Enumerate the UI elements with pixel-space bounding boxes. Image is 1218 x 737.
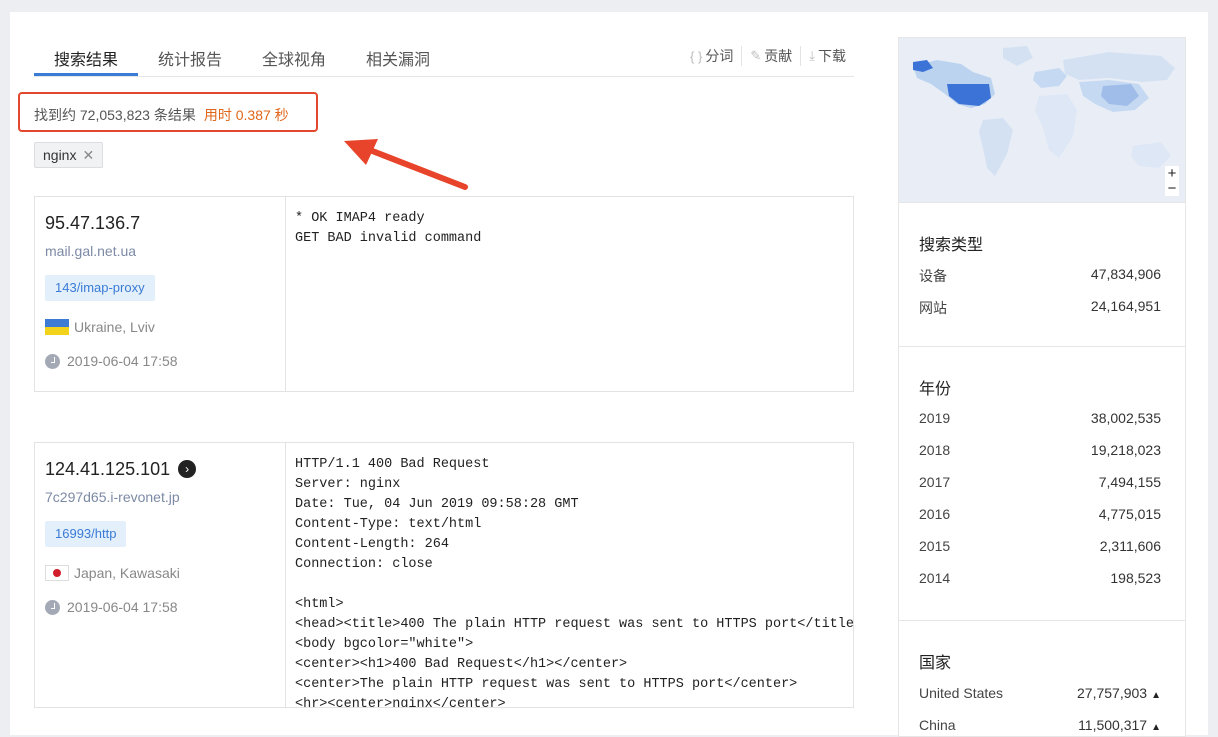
edit-icon: ✎ bbox=[750, 48, 762, 63]
map-zoom-controls: + − bbox=[1165, 166, 1179, 196]
location-text: Ukraine, Lviv bbox=[74, 319, 155, 335]
download-icon: ⤓ bbox=[809, 48, 815, 63]
tab-search-results[interactable]: 搜索结果 bbox=[54, 46, 118, 70]
banner-text: HTTP/1.1 400 Bad Request Server: nginx D… bbox=[295, 457, 853, 707]
port-badge[interactable]: 143/imap-proxy bbox=[45, 275, 155, 301]
tokenize-button[interactable]: { } 分词 bbox=[682, 46, 741, 66]
location-text: Japan, Kawasaki bbox=[74, 565, 180, 581]
tab-global-view[interactable]: 全球视角 bbox=[262, 46, 326, 70]
section-title: 国家 bbox=[919, 655, 952, 672]
facet-row[interactable]: 2017 7,494,155 bbox=[919, 474, 1161, 490]
result-card: 95.47.136.7 mail.gal.net.ua 143/imap-pro… bbox=[34, 196, 854, 392]
result-ip[interactable]: 95.47.136.7 bbox=[45, 213, 140, 234]
result-ip[interactable]: 124.41.125.101 › bbox=[45, 459, 197, 480]
annotation-arrow bbox=[344, 139, 468, 190]
toolbar-actions: { } 分词 ✎ 贡献 ⤓ 下载 bbox=[682, 46, 854, 66]
japan-flag-icon bbox=[45, 565, 69, 581]
tab-statistics[interactable]: 统计报告 bbox=[158, 46, 222, 70]
download-button[interactable]: ⤓ 下载 bbox=[800, 46, 854, 66]
result-host[interactable]: 7c297d65.i-revonet.jp bbox=[45, 489, 180, 505]
section-title: 搜索类型 bbox=[919, 237, 984, 254]
world-map[interactable]: + − bbox=[899, 38, 1185, 203]
stats-sidebar: + − 搜索类型 设备 47,834,906 网站 24,164,951 年份 20… bbox=[898, 37, 1186, 737]
facet-row[interactable]: 设备 47,834,906 bbox=[919, 266, 1161, 286]
result-date: 2019-06-04 17:58 bbox=[45, 353, 178, 369]
year-section: 年份 2019 38,002,535 2018 19,218,023 2017 7,4… bbox=[899, 347, 1185, 621]
download-label: 下载 bbox=[818, 48, 846, 64]
clock-icon bbox=[45, 599, 60, 615]
tokenize-label: 分词 bbox=[705, 48, 734, 64]
active-tab-indicator bbox=[34, 73, 138, 76]
result-location: Japan, Kawasaki bbox=[45, 565, 180, 581]
zoom-in-button[interactable]: + bbox=[1165, 166, 1179, 181]
result-meta: 124.41.125.101 › 7c297d65.i-revonet.jp 16… bbox=[35, 443, 286, 707]
result-card: 124.41.125.101 › 7c297d65.i-revonet.jp 16… bbox=[34, 442, 854, 708]
filter-chip[interactable]: nginx ✕ bbox=[34, 142, 104, 168]
ukraine-flag-icon bbox=[45, 319, 69, 335]
result-location: Ukraine, Lviv bbox=[45, 319, 155, 335]
tab-bar: 搜索结果 统计报告 全球视角 相关漏洞 { } 分词 ✎ 贡献 ⤓ 下载 bbox=[34, 34, 854, 77]
chevron-right-icon[interactable]: › bbox=[178, 460, 197, 478]
filter-chip-label: nginx bbox=[43, 147, 77, 163]
result-host[interactable]: mail.gal.net.ua bbox=[45, 243, 136, 259]
facet-row[interactable]: 2015 2,311,606 bbox=[919, 538, 1161, 554]
section-title: 年份 bbox=[919, 381, 952, 398]
contribute-label: 贡献 bbox=[764, 48, 793, 64]
expand-triangle-icon[interactable]: ▲ bbox=[1151, 690, 1161, 701]
facet-row[interactable]: 2016 4,775,015 bbox=[919, 506, 1161, 522]
zoom-out-button[interactable]: − bbox=[1165, 181, 1179, 196]
facet-row[interactable]: 网站 24,164,951 bbox=[919, 298, 1161, 318]
facet-row[interactable]: 2018 19,218,023 bbox=[919, 442, 1161, 458]
close-icon[interactable]: ✕ bbox=[82, 147, 94, 163]
contribute-button[interactable]: ✎ 贡献 bbox=[741, 46, 800, 66]
date-text: 2019-06-04 17:58 bbox=[67, 353, 178, 369]
tab-related-vulns[interactable]: 相关漏洞 bbox=[366, 46, 430, 70]
annotation-highlight-box bbox=[18, 92, 318, 132]
result-meta: 95.47.136.7 mail.gal.net.ua 143/imap-pro… bbox=[35, 197, 286, 391]
facet-row[interactable]: China 11,500,317 ▲ bbox=[919, 717, 1161, 733]
facet-row[interactable]: 2019 38,002,535 bbox=[919, 410, 1161, 426]
clock-icon bbox=[45, 353, 60, 369]
date-text: 2019-06-04 17:58 bbox=[67, 599, 178, 615]
banner-text: * OK IMAP4 ready GET BAD invalid command bbox=[295, 211, 482, 246]
facet-row[interactable]: United States 27,757,903 ▲ bbox=[919, 685, 1161, 701]
search-type-section: 搜索类型 设备 47,834,906 网站 24,164,951 bbox=[899, 203, 1185, 347]
port-badge[interactable]: 16993/http bbox=[45, 521, 127, 547]
world-map-graphic bbox=[899, 38, 1185, 202]
country-section: 国家 United States 27,757,903 ▲ China 11,500,… bbox=[899, 621, 1185, 736]
facet-row[interactable]: 2014 198,523 bbox=[919, 570, 1161, 586]
braces-icon: { } bbox=[690, 48, 703, 64]
expand-triangle-icon[interactable]: ▲ bbox=[1151, 722, 1161, 733]
result-date: 2019-06-04 17:58 bbox=[45, 599, 178, 615]
